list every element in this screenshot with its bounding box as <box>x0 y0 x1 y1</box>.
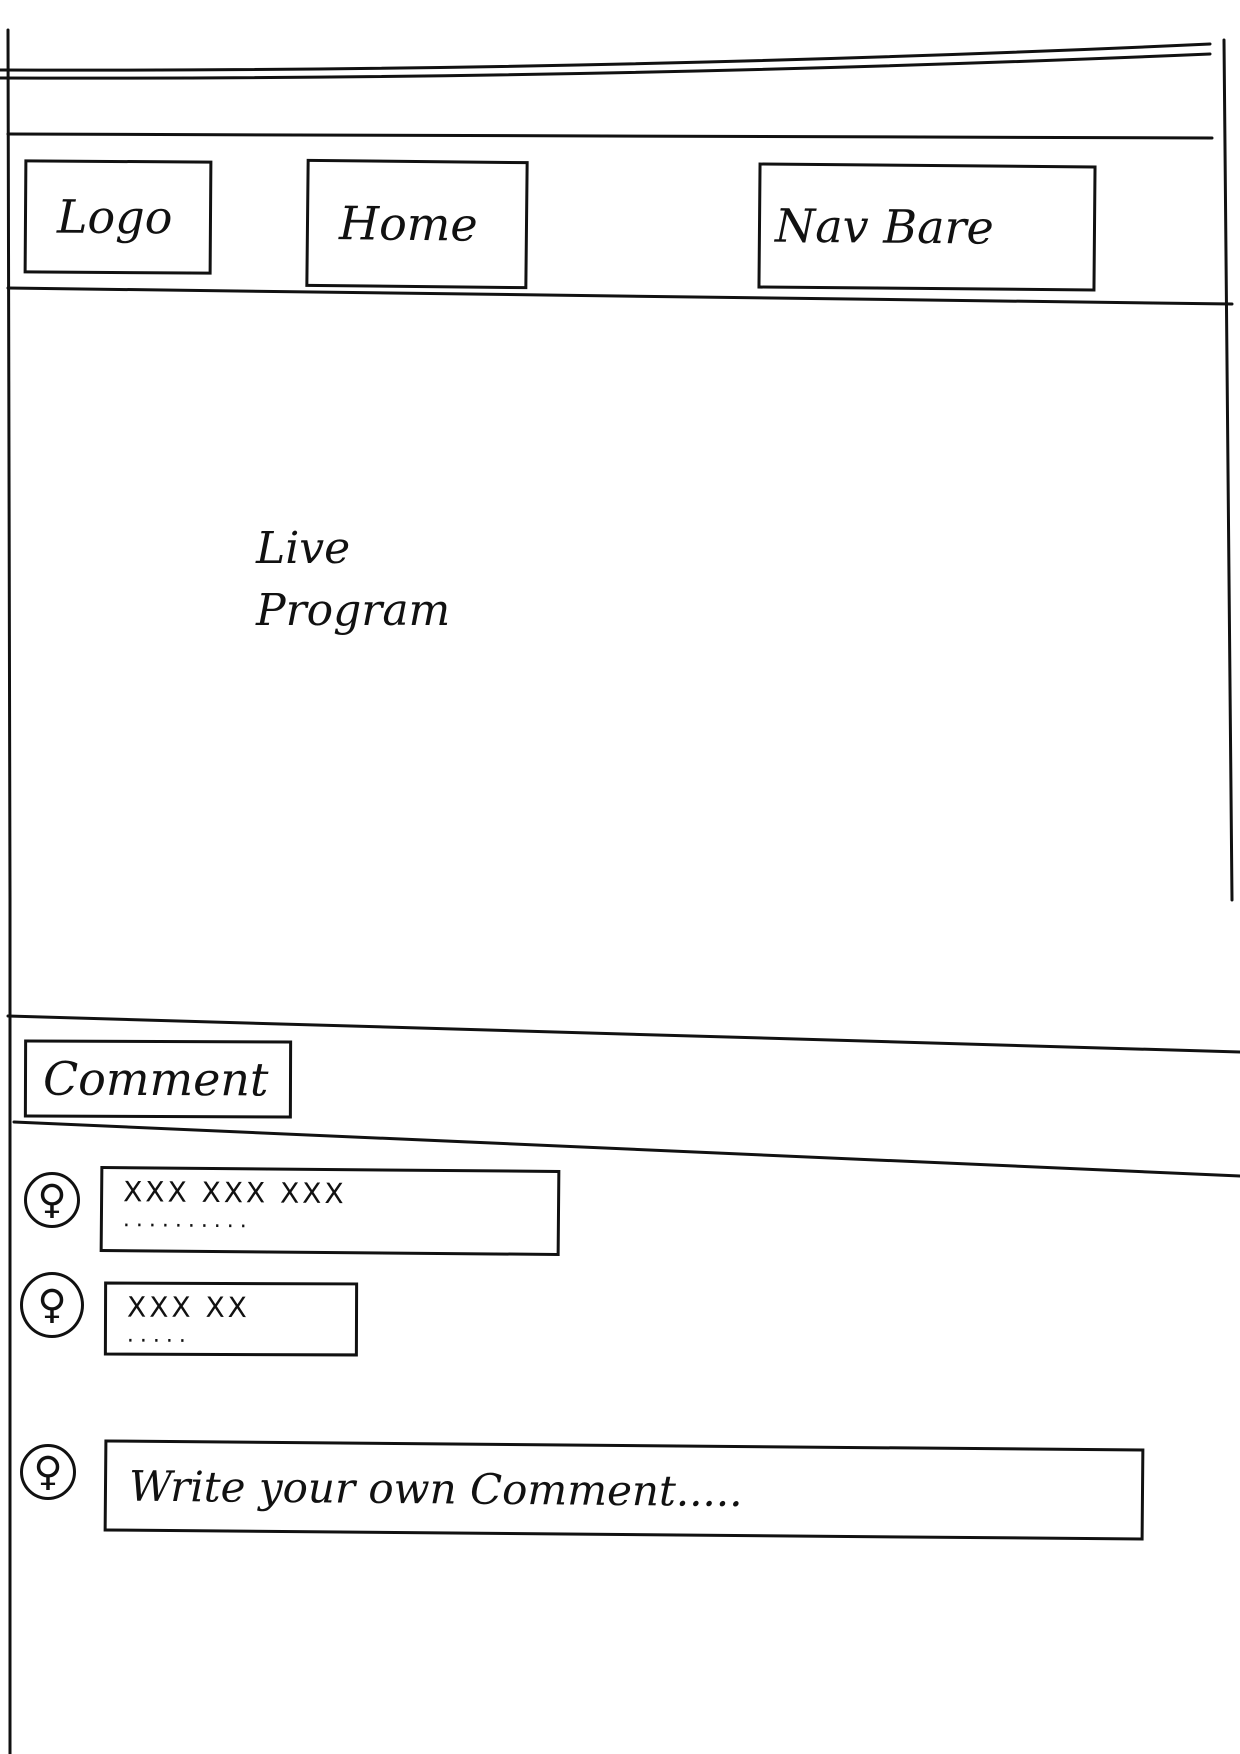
live-program-line1: Live <box>256 523 351 574</box>
female-user-icon: ♀ <box>20 1272 84 1338</box>
comment-item: XXX XX ..... <box>103 1281 359 1357</box>
live-program-area[interactable]: Live Program <box>256 518 516 642</box>
logo[interactable]: Logo <box>23 159 213 275</box>
comment-item: XXX XXX XXX .......... <box>99 1165 561 1257</box>
female-user-icon: ♀ <box>20 1444 76 1500</box>
live-program-line2: Program <box>256 585 451 636</box>
logo-label: Logo <box>56 189 173 245</box>
comment-section-label: Comment <box>23 1039 293 1119</box>
nav-bar-label: Nav Bare <box>774 198 994 255</box>
nav-bar[interactable]: Nav Bare <box>757 162 1097 292</box>
comment-dots: ..... <box>126 1322 192 1348</box>
comment-text: XXX XX <box>126 1290 250 1325</box>
home-nav-button[interactable]: Home <box>305 158 529 290</box>
comment-dots: .......... <box>122 1207 253 1234</box>
comment-input-placeholder: Write your own Comment..... <box>128 1461 743 1516</box>
female-user-icon: ♀ <box>24 1172 80 1228</box>
home-label: Home <box>338 196 478 252</box>
comment-input[interactable]: Write your own Comment..... <box>103 1439 1145 1541</box>
comment-section-title: Comment <box>42 1051 269 1107</box>
